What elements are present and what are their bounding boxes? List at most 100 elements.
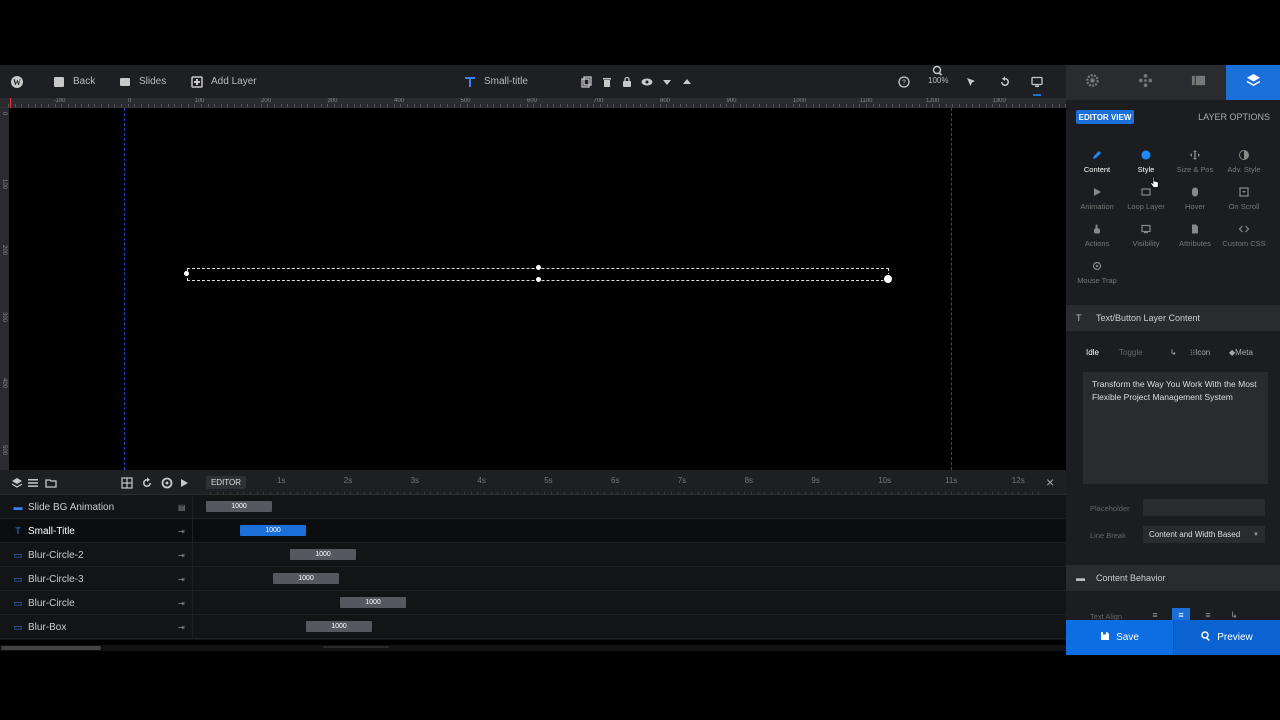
grid-view-icon[interactable] [120,476,134,490]
visibility-toggle[interactable] [640,65,654,98]
ruler-tick [254,104,256,107]
ruler-tick [127,104,129,107]
timeline-bar[interactable]: 1000 [273,573,339,584]
duplicate-layer-button[interactable] [580,65,594,98]
option-actions[interactable]: Actions [1072,223,1122,255]
row-name-cell: ▬ Slide BG Animation ▤ [0,495,193,519]
settings-wheel-icon[interactable] [160,476,174,490]
folder-icon[interactable] [44,476,58,490]
option-mouse-trap[interactable]: Mouse Trap [1072,260,1122,292]
timeline-bar[interactable]: 1000 [206,501,272,512]
timeline-tick [517,492,519,494]
option-custom-css[interactable]: Custom CSS [1219,223,1269,255]
timeline-tick [370,492,372,494]
timeline-bar[interactable]: 1000 [290,549,356,560]
timeline-tick [630,492,632,494]
icon-insert-button[interactable]: ⁝⁝ Icon [1190,348,1210,357]
slide-canvas[interactable] [9,108,1066,470]
editor-tag[interactable]: EDITOR [206,476,246,489]
layer-up-button[interactable] [680,65,694,98]
timeline-bar[interactable]: 1000 [306,621,372,632]
timeline-row[interactable]: ▭ Blur-Circle-3 ⇥ 1000 [0,567,1066,591]
layer-name-select[interactable]: Small-title [463,65,528,98]
undo-button[interactable] [998,65,1012,98]
layer-down-button[interactable] [660,65,674,98]
resize-handle-top[interactable] [536,265,541,270]
subtab-toggle[interactable]: Toggle [1119,348,1143,357]
meta-insert-button[interactable]: ◆ Meta [1229,348,1253,357]
subtab-idle[interactable]: Idle [1086,348,1099,357]
slides-button[interactable]: Slides [118,65,166,98]
lock-layer-button[interactable] [620,65,634,98]
resize-handle-bottom[interactable] [536,277,541,282]
option-content[interactable]: Content [1072,149,1122,181]
option-attributes[interactable]: Attributes [1170,223,1220,255]
option-adv-style[interactable]: Adv. Style [1219,149,1269,181]
option-hover[interactable]: Hover [1170,186,1220,218]
zoom-control[interactable]: 100% [928,65,948,98]
tab-navigation[interactable] [1119,65,1171,100]
timeline-row[interactable]: ▭ Blur-Box ⇥ 1000 [0,615,1066,639]
ruler-tick [440,104,442,107]
back-label: Back [73,76,96,87]
row-end-icon[interactable]: ⇥ [178,527,185,536]
row-end-icon[interactable]: ⇥ [178,551,185,560]
help-button[interactable]: ? [897,65,911,98]
row-end-icon[interactable]: ⇥ [178,623,185,632]
option-style[interactable]: Style [1121,149,1171,181]
content-behavior-section-header[interactable]: ▬ Content Behavior [1066,565,1280,591]
option-on-scroll[interactable]: On Scroll [1219,186,1269,218]
timeline-tick [443,492,445,494]
editor-view-badge[interactable]: EDITOR VIEW [1076,110,1134,124]
row-end-icon[interactable]: ⇥ [178,599,185,608]
ruler-tick [174,104,176,107]
shape-layer-icon: ▭ [13,549,23,560]
ruler-tick [180,104,182,107]
layers-icon[interactable] [10,476,24,490]
list-icon[interactable] [26,476,40,490]
play-icon[interactable] [177,476,191,490]
delete-layer-button[interactable] [600,65,614,98]
timeline-tick [857,492,859,494]
ruler-tick [779,104,781,107]
cursor-mode-button[interactable] [964,65,978,98]
back-button[interactable]: Back [52,65,95,98]
placeholder-input[interactable] [1143,499,1265,516]
tab-slide-options[interactable] [1172,65,1224,100]
selected-text-layer[interactable] [184,265,893,284]
resize-handle-left[interactable] [184,271,189,276]
option-loop-layer[interactable]: Loop Layer [1121,186,1171,218]
loop-icon[interactable] [140,476,154,490]
layer-content-textarea[interactable]: Transform the Way You Work With the Most… [1083,372,1268,484]
timeline-tick [210,492,211,494]
timeline-bar[interactable]: 1000 [240,525,306,536]
preview-button[interactable]: Preview [1173,620,1280,655]
timeline-row[interactable]: ▭ Blur-Circle-2 ⇥ 1000 [0,543,1066,567]
rotate-handle[interactable] [883,274,893,284]
option-size-pos[interactable]: Size & Pos [1170,149,1220,181]
ruler-tick [387,104,389,107]
save-button[interactable]: Save [1066,620,1173,655]
timeline-row[interactable]: ▭ Blur-Circle ⇥ 1000 [0,591,1066,615]
ruler-tick [892,104,894,107]
text-content-section-header[interactable]: T Text/Button Layer Content [1066,305,1280,331]
option-visibility[interactable]: Visibility [1121,223,1171,255]
timeline-scrollbar[interactable] [0,645,1066,651]
tab-layer-options[interactable] [1226,65,1280,100]
row-end-icon[interactable]: ⇥ [178,575,185,584]
ruler-tick [114,104,116,107]
timeline-tick [283,492,285,494]
tab-slider-settings[interactable] [1066,65,1118,100]
add-layer-button[interactable]: Add Layer [190,65,257,98]
line-break-insert-icon[interactable]: ↳ [1170,348,1177,357]
timeline-row[interactable]: ▬ Slide BG Animation ▤ 1000 [0,495,1066,519]
scrollbar-thumb[interactable] [1,646,101,650]
close-timeline-icon[interactable]: × [1046,475,1054,489]
wordpress-logo-button[interactable]: W [10,65,24,98]
timeline-bar[interactable]: 1000 [340,597,406,608]
slide-bg-settings-icon[interactable]: ▤ [178,503,186,512]
line-break-select[interactable]: Content and Width Based ▼ [1143,526,1265,543]
option-animation[interactable]: Animation [1072,186,1122,218]
row-name-cell: ▭ Blur-Circle ⇥ [0,591,193,615]
timeline-row[interactable]: T Small-Title ⇥ 1000 [0,519,1066,543]
